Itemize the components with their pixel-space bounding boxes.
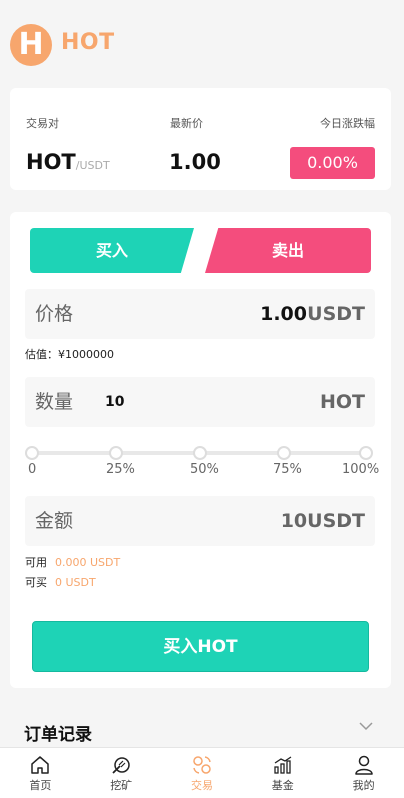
buyable-label: 可买 — [25, 576, 47, 589]
buy-tab[interactable]: 买入 — [30, 228, 194, 273]
price-label: 价格 — [35, 303, 74, 325]
buyable-amount: 可买 0 USDT — [25, 574, 96, 590]
slider-dot-100[interactable] — [359, 446, 373, 460]
slider-dot-25[interactable] — [109, 446, 123, 460]
order-history-title[interactable]: 订单记录 — [24, 720, 92, 745]
latest-price-label: 最新价 — [170, 117, 203, 130]
mining-icon — [112, 757, 130, 774]
buy-submit-button[interactable]: 买入HOT — [32, 621, 369, 672]
pair-base: HOT — [26, 150, 76, 174]
latest-price: 1.00 — [169, 150, 221, 174]
user-icon — [354, 755, 373, 775]
price-unit: USDT — [307, 303, 365, 325]
nav-item-fund[interactable]: 基金 — [242, 748, 323, 798]
nav-label-fund: 基金 — [271, 779, 294, 792]
trade-panel: 买入 卖出 价格 1.00 USDT 估值：¥1000000 数量 10 HOT… — [10, 212, 391, 688]
slider-tick-label: 75% — [273, 462, 302, 477]
home-icon — [31, 756, 50, 774]
quantity-field[interactable]: 数量 10 HOT — [25, 377, 375, 427]
slider-tick-label: 25% — [106, 462, 135, 477]
estimate-text: 估值：¥1000000 — [25, 348, 114, 361]
fund-icon — [274, 756, 292, 774]
amount-value: 10USDT — [280, 510, 365, 532]
nav-label-home: 首页 — [29, 779, 52, 792]
nav-item-exchange[interactable]: 交易 — [162, 748, 243, 798]
change-label: 今日涨跌幅 — [320, 117, 375, 130]
sell-tab[interactable]: 卖出 — [205, 228, 371, 273]
quantity-input[interactable]: 10 — [105, 377, 124, 427]
available-balance: 可用 0.000 USDT — [25, 554, 120, 570]
chevron-down-icon[interactable] — [358, 718, 374, 734]
slider-tick-label: 50% — [190, 462, 219, 477]
buyable-value: 0 USDT — [55, 576, 96, 589]
slider-dot-0[interactable] — [25, 446, 39, 460]
quantity-slider[interactable]: 0 25% 50% 75% 100% — [25, 446, 379, 486]
price-input[interactable]: 1.00 — [260, 289, 307, 339]
price-field[interactable]: 价格 1.00 USDT — [25, 289, 375, 339]
nav-label-exchange: 交易 — [190, 779, 213, 792]
nav-item-home[interactable]: 首页 — [0, 748, 81, 798]
nav-label-profile: 我的 — [352, 779, 375, 792]
app-header: H HOT — [0, 0, 404, 88]
slider-dot-75[interactable] — [277, 446, 291, 460]
bottom-nav: 首页 挖矿 交易 基金 我的 — [0, 747, 404, 798]
exchange-icon — [193, 756, 211, 774]
change-badge: 0.00% — [290, 147, 375, 179]
amount-field[interactable]: 金额 10USDT — [25, 496, 375, 546]
nav-item-profile[interactable]: 我的 — [323, 748, 404, 798]
trading-pair: HOT/USDT — [26, 150, 110, 174]
logo-icon: H — [10, 24, 52, 66]
brand-name: HOT — [61, 30, 115, 55]
pair-label: 交易对 — [26, 117, 59, 130]
available-label: 可用 — [25, 556, 47, 569]
slider-tick-label: 100% — [342, 462, 380, 477]
quantity-label: 数量 — [35, 391, 74, 413]
slider-tick-label: 0 — [28, 462, 37, 477]
slider-dot-50[interactable] — [193, 446, 207, 460]
pair-quote: /USDT — [75, 159, 110, 172]
nav-item-mining[interactable]: 挖矿 — [81, 748, 162, 798]
amount-label: 金额 — [35, 510, 74, 532]
quantity-unit: HOT — [319, 391, 365, 413]
nav-label-mining: 挖矿 — [110, 779, 133, 792]
available-value: 0.000 USDT — [55, 556, 121, 569]
market-summary-card: 交易对 最新价 今日涨跌幅 HOT/USDT 1.00 0.00% — [10, 88, 391, 190]
